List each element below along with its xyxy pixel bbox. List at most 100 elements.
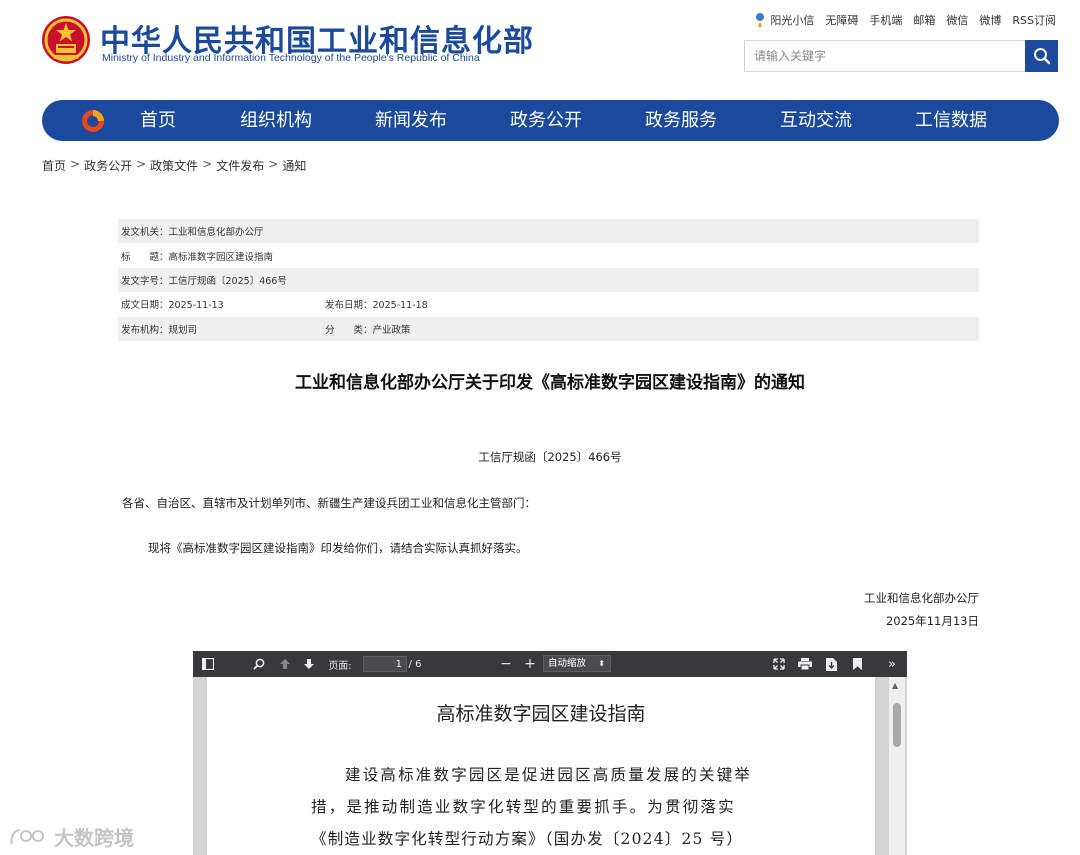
find-icon — [253, 658, 265, 670]
arrow-down-icon — [304, 659, 314, 669]
print-button[interactable] — [797, 651, 813, 677]
zoom-in-button[interactable]: + — [523, 651, 537, 677]
pdf-doc-title: 高标准数字园区建设指南 — [436, 703, 646, 725]
scroll-up-arrow-icon[interactable]: ▲ — [892, 681, 898, 690]
print-icon — [798, 658, 812, 670]
meta-label: 发布日期： — [325, 300, 373, 312]
sidebar-toggle-button[interactable] — [199, 651, 217, 677]
zoom-select[interactable]: 自动缩放 ⬍ — [543, 655, 611, 672]
top-link-weibo[interactable]: 微博 — [979, 12, 1001, 28]
search-icon — [1033, 48, 1050, 65]
nav-item-services[interactable]: 政务服务 — [645, 100, 717, 141]
nav-item-organization[interactable]: 组织机构 — [240, 100, 312, 141]
signature-date: 2025年11月13日 — [885, 614, 979, 628]
previous-page-button[interactable] — [277, 651, 293, 677]
zoom-out-button[interactable]: − — [499, 651, 513, 677]
national-emblem-logo[interactable] — [40, 14, 92, 66]
meta-label: 发文字号： — [121, 275, 169, 287]
article-doc-number: 工信厅规函〔2025〕466号 — [478, 450, 622, 464]
pdf-toolbar: 页面: / 6 − + 自动缩放 ⬍ » — [193, 651, 907, 677]
site-subtitle: Ministry of Industry and Information Tec… — [102, 52, 480, 64]
pdf-viewer: 页面: / 6 − + 自动缩放 ⬍ » 高标准数字园区建设指南 建设高标准 — [193, 651, 907, 855]
breadcrumb: 首页 > 政务公开 > 政策文件 > 文件发布 > 通知 — [42, 157, 306, 174]
breadcrumb-notice[interactable]: 通知 — [282, 157, 306, 174]
article-title: 工业和信息化部办公厅关于印发《高标准数字园区建设指南》的通知 — [295, 373, 805, 393]
nav-item-home[interactable]: 首页 — [140, 100, 176, 141]
pdf-scrollbar[interactable]: ▲ — [889, 677, 905, 855]
search-box — [744, 40, 1058, 72]
breadcrumb-policy-docs[interactable]: 政策文件 — [150, 157, 198, 174]
breadcrumb-gov-affairs[interactable]: 政务公开 — [84, 157, 132, 174]
meta-label: 发布机构： — [121, 324, 169, 336]
top-link-accessibility[interactable]: 无障碍 — [825, 12, 858, 28]
breadcrumb-separator: > — [268, 157, 279, 171]
plus-icon: + — [524, 656, 536, 672]
top-link-wechat[interactable]: 微信 — [946, 12, 968, 28]
meta-value: 高标准数字园区建设指南 — [168, 251, 274, 263]
arrow-up-icon — [280, 659, 290, 669]
search-button[interactable] — [1025, 40, 1058, 72]
breadcrumb-separator: > — [70, 157, 81, 171]
breadcrumb-home[interactable]: 首页 — [42, 157, 66, 174]
pdf-text-line: 措，是推动制造业数字化转型的重要抓手。为贯彻落实 — [311, 798, 736, 816]
meta-cell-category: 分 类：产业政策 — [325, 322, 411, 336]
nav-item-data[interactable]: 工信数据 — [915, 100, 987, 141]
download-button[interactable] — [823, 651, 839, 677]
pdf-text-line: 《制造业数字化转型行动方案》（国办发〔2024〕25 号） — [311, 830, 744, 848]
main-nav: 首页 组织机构 新闻发布 政务公开 政务服务 互动交流 工信数据 — [42, 100, 1059, 141]
scroll-thumb[interactable] — [893, 703, 901, 747]
meta-label: 成文日期： — [121, 300, 169, 312]
tools-menu-button[interactable]: » — [883, 651, 901, 677]
meta-cell-formed: 成文日期：2025-11-13 — [121, 297, 325, 311]
top-links: 阳光小信 无障碍 手机端 邮箱 微信 微博 RSS订阅 — [754, 12, 1056, 28]
nav-item-news[interactable]: 新闻发布 — [375, 100, 447, 141]
search-input[interactable] — [745, 41, 1027, 71]
nav-item-government-affairs[interactable]: 政务公开 — [510, 100, 582, 141]
zoom-select-value: 自动缩放 — [548, 658, 587, 669]
meta-value: 2025-11-13 — [168, 300, 224, 312]
meta-row-docno: 发文字号： 工信厅规函〔2025〕466号 — [118, 267, 979, 293]
article-addressee: 各省、自治区、直辖市及计划单列市、新疆生产建设兵团工业和信息化主管部门： — [122, 496, 536, 510]
meta-value: 2025-11-18 — [372, 300, 428, 312]
double-chevron-right-icon: » — [888, 656, 896, 672]
signature-org: 工业和信息化部办公厅 — [864, 591, 979, 605]
sunshine-icon — [756, 13, 765, 27]
meta-label: 标 题： — [121, 251, 169, 263]
breadcrumb-separator: > — [202, 157, 213, 171]
watermark-text: 大数跨境 — [54, 826, 134, 850]
article-body: 现将《高标准数字园区建设指南》印发给你们，请结合实际认真抓好落实。 — [148, 541, 528, 555]
watermark: 大数跨境 — [8, 822, 134, 851]
watermark-logo-icon — [10, 828, 44, 844]
top-link-rss[interactable]: RSS订阅 — [1012, 12, 1056, 28]
chevron-down-icon: ⬍ — [598, 659, 605, 668]
meta-label: 发文机关： — [121, 227, 169, 239]
meta-row-org: 发布机构：规划司 分 类：产业政策 — [118, 316, 979, 341]
meta-row-dates: 成文日期：2025-11-13 发布日期：2025-11-18 — [118, 292, 979, 316]
sidebar-toggle-icon — [202, 658, 214, 670]
meta-cell-org: 发布机构：规划司 — [121, 322, 325, 336]
download-icon — [825, 657, 837, 671]
pdf-text-line: 建设高标准数字园区是促进园区高质量发展的关键举 — [345, 766, 753, 784]
nav-item-interaction[interactable]: 互动交流 — [780, 100, 852, 141]
find-button[interactable] — [251, 651, 267, 677]
top-link-sunshine[interactable]: 阳光小信 — [754, 12, 814, 28]
page-label: 页面: — [328, 660, 352, 672]
page-total: / 6 — [408, 658, 422, 670]
article-signature: 工业和信息化部办公厅 2025年11月13日 — [864, 587, 979, 633]
top-link-mail[interactable]: 邮箱 — [913, 12, 935, 28]
meta-value: 产业政策 — [372, 324, 411, 336]
breadcrumb-file-release[interactable]: 文件发布 — [216, 157, 264, 174]
meta-value: 工业和信息化部办公厅 — [168, 227, 264, 239]
top-link-mobile[interactable]: 手机端 — [869, 12, 902, 28]
next-page-button[interactable] — [301, 651, 317, 677]
minus-icon: − — [500, 656, 512, 672]
meta-value: 工信厅规函〔2025〕466号 — [168, 275, 287, 287]
bookmark-button[interactable] — [849, 651, 865, 677]
meta-value: 规划司 — [168, 324, 198, 336]
breadcrumb-separator: > — [136, 157, 147, 171]
document-meta-table: 发文机关： 工业和信息化部办公厅 标 题： 高标准数字园区建设指南 发文字号： … — [118, 219, 979, 341]
presentation-mode-button[interactable] — [771, 651, 787, 677]
fullscreen-icon — [773, 658, 785, 670]
nav-logo-icon — [80, 108, 106, 134]
page-number-input[interactable] — [363, 656, 407, 672]
